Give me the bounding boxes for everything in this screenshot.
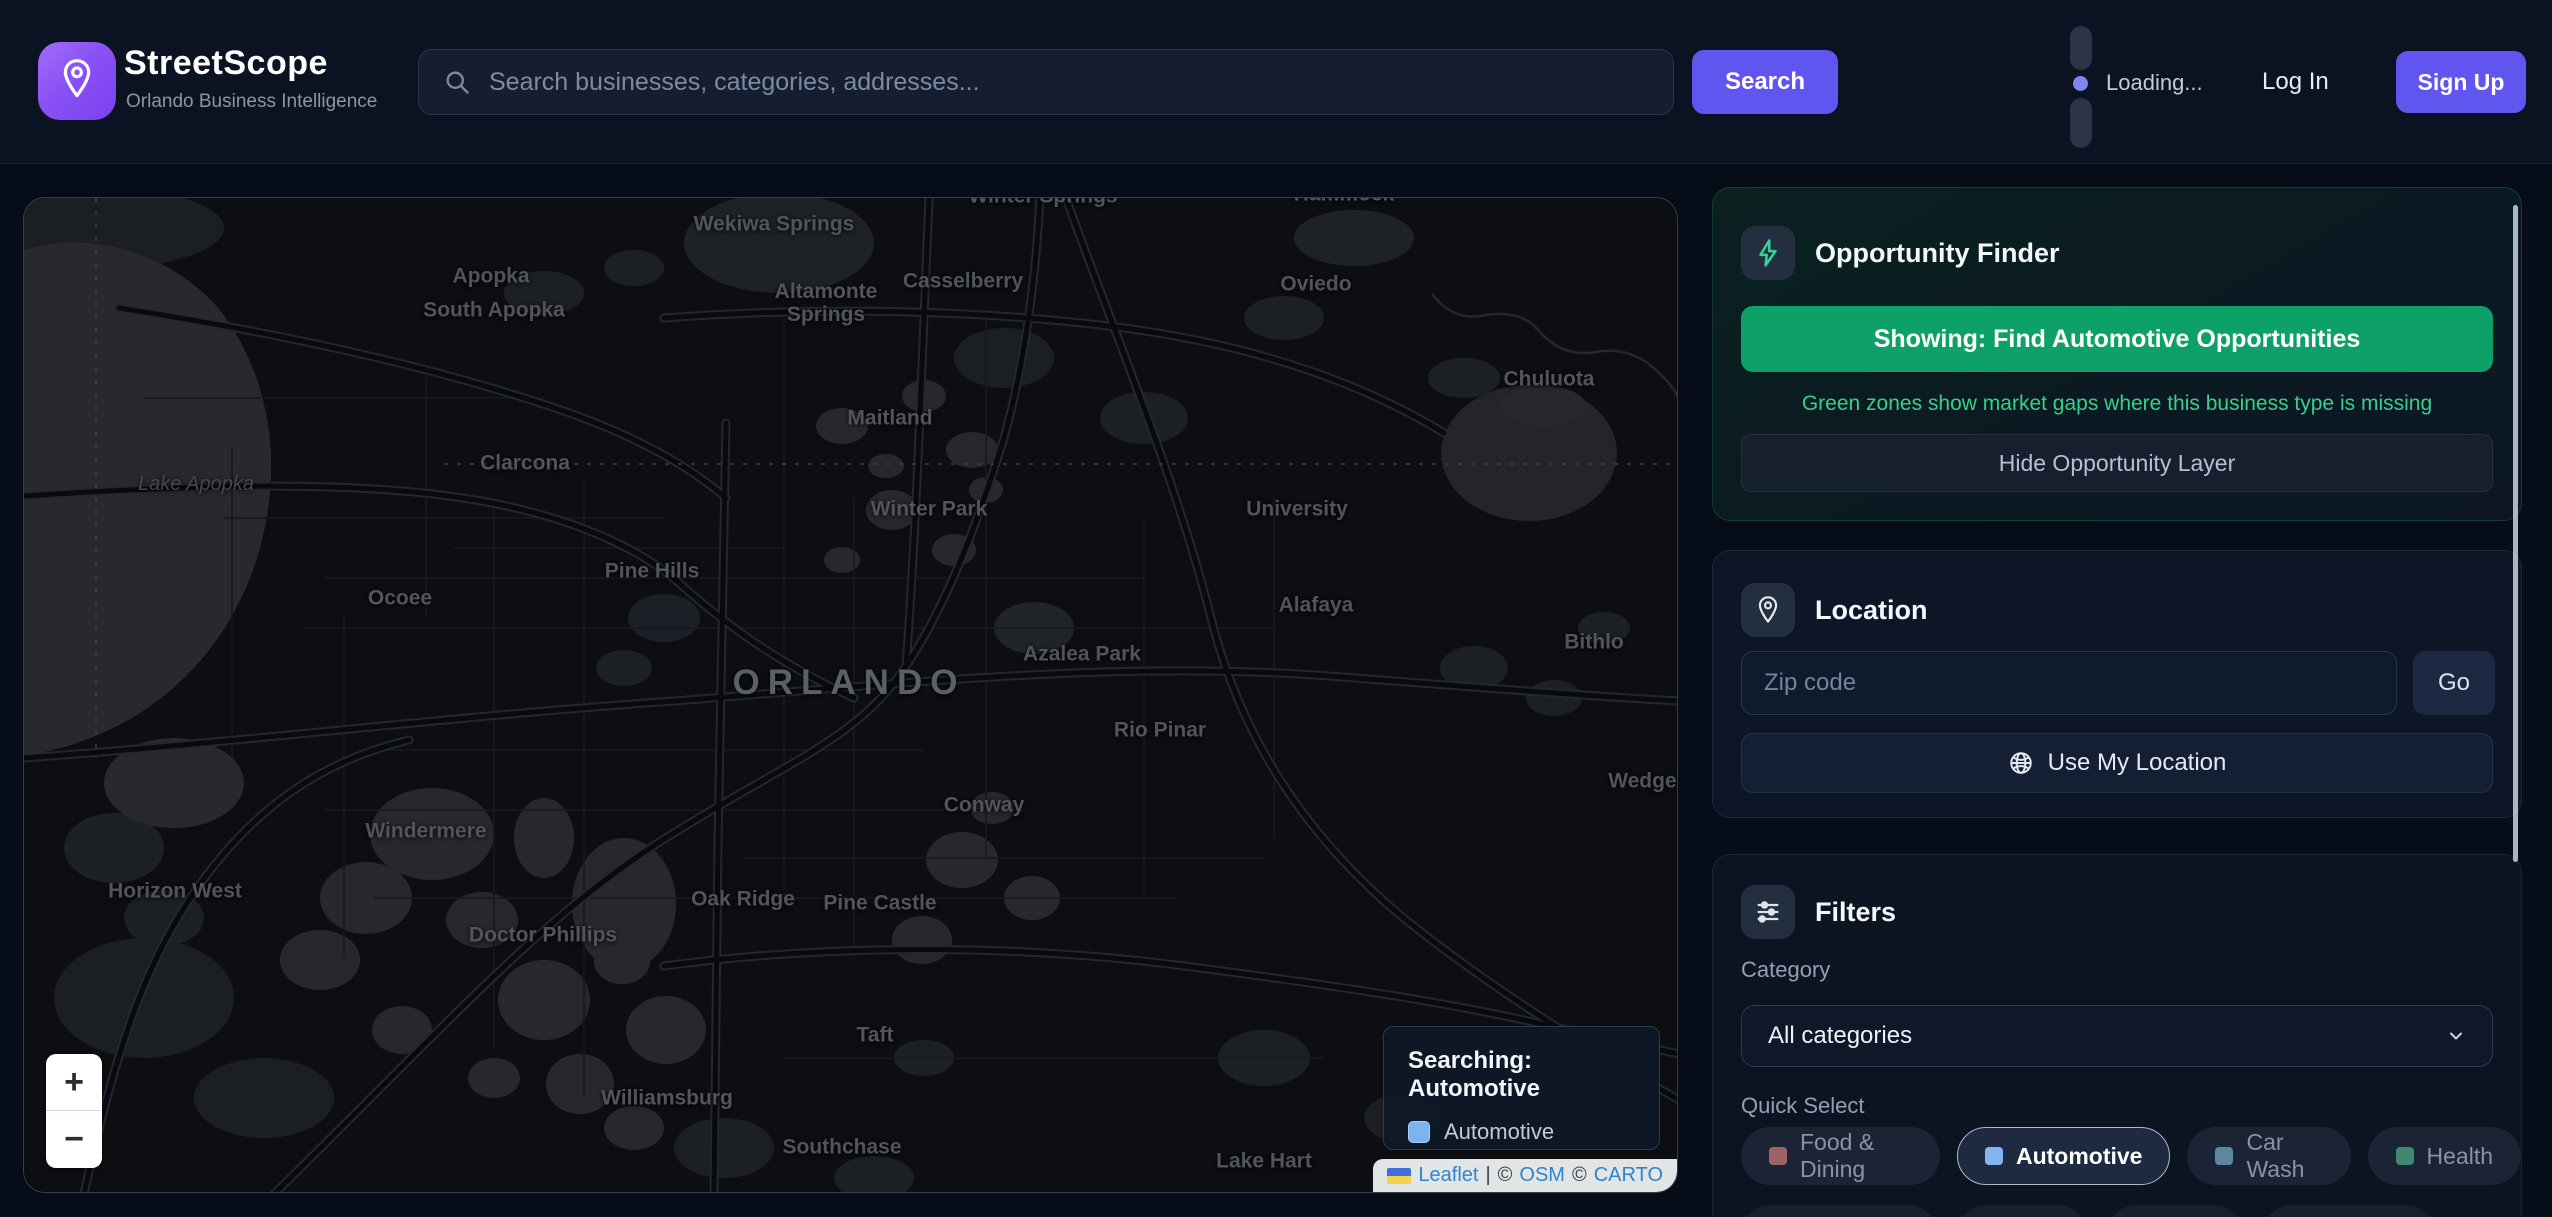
quick-select-chip-partial[interactable] [1957, 1205, 2087, 1217]
quick-select-chip[interactable]: Health [2368, 1127, 2521, 1185]
search-input[interactable] [487, 67, 1657, 98]
go-button[interactable]: Go [2413, 651, 2495, 715]
chevron-down-icon [2446, 1026, 2466, 1046]
loading-track-top [2070, 26, 2092, 70]
attribution-copyright: © [1498, 1164, 1513, 1187]
app-tagline: Orlando Business Intelligence [126, 91, 377, 113]
map-pin-icon [57, 57, 97, 106]
chip-label: Automotive [2016, 1143, 2143, 1170]
sidebar-scrollbar[interactable] [2513, 205, 2518, 862]
map-attribution: Leaflet | © OSM © CARTO [1373, 1159, 1677, 1192]
globe-icon [2008, 750, 2034, 776]
chip-color-swatch [1985, 1147, 2003, 1165]
quick-select-chips-overflow [1741, 1205, 2435, 1217]
attribution-leaflet-link[interactable]: Leaflet [1418, 1164, 1478, 1187]
quick-select-chip-partial[interactable] [2263, 1205, 2435, 1217]
category-select[interactable]: All categories [1741, 1005, 2493, 1067]
streetscope-app: StreetScope Orlando Business Intelligenc… [0, 0, 2552, 1217]
chip-color-swatch [2215, 1147, 2233, 1165]
quick-select-chip-partial[interactable] [2107, 1205, 2243, 1217]
location-pin-icon [1741, 583, 1795, 637]
category-label: Category [1741, 957, 1830, 983]
loading-status: Loading... [2106, 70, 2203, 96]
quick-select-chip[interactable]: Automotive [1957, 1127, 2171, 1185]
chip-color-swatch [1769, 1147, 1787, 1165]
quick-select-chips: Food & Dining Automotive Car Wash Health [1741, 1127, 2521, 1185]
app-logo [38, 42, 116, 120]
login-link[interactable]: Log In [2262, 68, 2329, 96]
chip-label: Car Wash [2246, 1129, 2322, 1183]
chip-color-swatch [2396, 1147, 2414, 1165]
loading-track-bottom [2070, 98, 2092, 148]
sliders-icon [1741, 885, 1795, 939]
opportunity-finder-title: Opportunity Finder [1815, 238, 2059, 269]
quick-select-chip[interactable]: Food & Dining [1741, 1127, 1940, 1185]
zoom-out-button[interactable]: − [46, 1111, 102, 1168]
map-canvas[interactable]: Winter SpringsHammockWekiwa SpringsApopk… [23, 197, 1678, 1193]
location-panel: Location Go Use My Location [1712, 550, 2522, 818]
attribution-separator: | [1485, 1164, 1490, 1187]
quick-select-chip-partial[interactable] [1741, 1205, 1937, 1217]
legend-title: Searching: Automotive [1408, 1047, 1635, 1103]
search-bar [418, 49, 1674, 115]
legend-swatch [1408, 1121, 1430, 1143]
header: StreetScope Orlando Business Intelligenc… [0, 0, 2552, 164]
quick-select-label: Quick Select [1741, 1093, 1865, 1119]
location-title: Location [1815, 595, 1928, 626]
chip-label: Food & Dining [1800, 1129, 1912, 1183]
filters-panel: Filters Category All categories Quick Se… [1712, 854, 2522, 1217]
chip-label: Health [2427, 1143, 2493, 1170]
zoom-in-button[interactable]: + [46, 1054, 102, 1111]
ukraine-flag-icon [1387, 1168, 1411, 1184]
quick-select-chip[interactable]: Car Wash [2187, 1127, 2350, 1185]
loading-dot [2073, 76, 2088, 91]
filters-title: Filters [1815, 897, 1896, 928]
legend-label: Automotive [1444, 1119, 1554, 1145]
search-button[interactable]: Search [1692, 50, 1838, 114]
signup-button[interactable]: Sign Up [2396, 51, 2526, 113]
hide-opportunity-layer-button[interactable]: Hide Opportunity Layer [1741, 434, 2493, 492]
map-legend: Searching: Automotive Automotive [1383, 1026, 1660, 1150]
attribution-copyright: © [1572, 1164, 1587, 1187]
attribution-carto-link[interactable]: CARTO [1594, 1164, 1663, 1187]
map-zoom-control: + − [46, 1054, 102, 1168]
legend-items: Automotive [1408, 1119, 1635, 1145]
showing-opportunities-banner[interactable]: Showing: Find Automotive Opportunities [1741, 306, 2493, 372]
app-name: StreetScope [124, 44, 328, 83]
category-selected-value: All categories [1768, 1022, 2446, 1050]
search-icon [443, 68, 471, 96]
use-my-location-label: Use My Location [2048, 749, 2227, 777]
legend-item: Automotive [1408, 1119, 1635, 1145]
opportunity-hint-text: Green zones show market gaps where this … [1713, 392, 2521, 416]
lightning-bolt-icon [1741, 226, 1795, 280]
zip-code-input[interactable] [1741, 651, 2397, 715]
use-my-location-button[interactable]: Use My Location [1741, 733, 2493, 793]
opportunity-finder-panel: Opportunity Finder Showing: Find Automot… [1712, 187, 2522, 521]
attribution-osm-link[interactable]: OSM [1519, 1164, 1565, 1187]
